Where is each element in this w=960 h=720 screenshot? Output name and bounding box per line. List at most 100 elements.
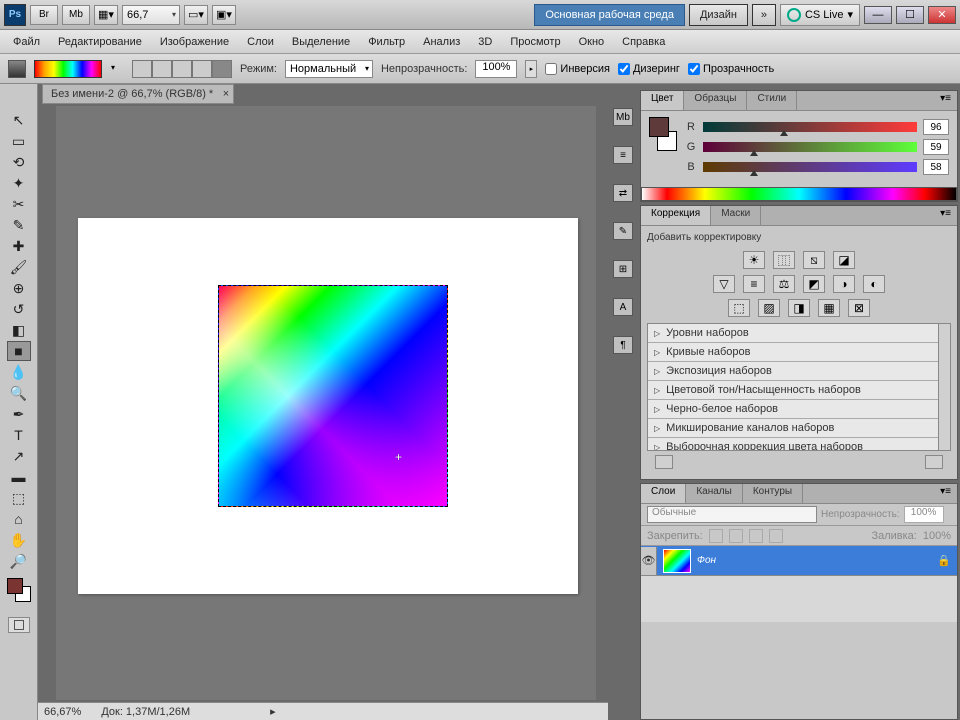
adj-bw-icon[interactable]: ◩ bbox=[803, 275, 825, 293]
g-input[interactable] bbox=[923, 139, 949, 155]
lasso-tool[interactable]: ⟲ bbox=[7, 152, 31, 172]
dither-checkbox[interactable]: Дизеринг bbox=[618, 63, 680, 75]
dock-minibridge-icon[interactable]: Mb bbox=[613, 108, 633, 126]
g-slider[interactable] bbox=[703, 142, 917, 152]
adj-threshold-icon[interactable]: ◨ bbox=[788, 299, 810, 317]
panel-menu-icon[interactable]: ▾≡ bbox=[934, 206, 957, 225]
minibridge-button[interactable]: Mb bbox=[62, 5, 90, 25]
gradient-angle[interactable] bbox=[172, 60, 192, 78]
hand-tool[interactable]: ✋ bbox=[7, 530, 31, 550]
gradient-diamond[interactable] bbox=[212, 60, 232, 78]
document-tab[interactable]: Без имени-2 @ 66,7% (RGB/8) * × bbox=[42, 84, 234, 104]
tab-layers[interactable]: Слои bbox=[641, 484, 686, 503]
tab-swatches[interactable]: Образцы bbox=[684, 91, 747, 110]
bridge-button[interactable]: Br bbox=[30, 5, 58, 25]
dodge-tool[interactable]: 🔍 bbox=[7, 383, 31, 403]
preset-row[interactable]: ▷Уровни наборов bbox=[648, 324, 950, 343]
menu-file[interactable]: Файл bbox=[4, 33, 49, 51]
adj-photo-filter-icon[interactable]: ◑ bbox=[833, 275, 855, 293]
tab-masks[interactable]: Маски bbox=[711, 206, 761, 225]
preset-row[interactable]: ▷Черно-белое наборов bbox=[648, 400, 950, 419]
3d-tool[interactable]: ⬚ bbox=[7, 488, 31, 508]
menu-help[interactable]: Справка bbox=[613, 33, 674, 51]
tab-channels[interactable]: Каналы bbox=[686, 484, 743, 503]
crop-tool[interactable]: ✂ bbox=[7, 194, 31, 214]
b-input[interactable] bbox=[923, 159, 949, 175]
adj-clip-icon[interactable] bbox=[925, 455, 943, 469]
inverse-checkbox[interactable]: Инверсия bbox=[545, 63, 610, 75]
layer-opacity-input[interactable]: 100% bbox=[904, 506, 944, 523]
preset-scrollbar[interactable] bbox=[938, 324, 950, 450]
gradient-picker[interactable] bbox=[34, 60, 102, 78]
dock-brush-icon[interactable]: ✎ bbox=[613, 222, 633, 240]
adj-posterize-icon[interactable]: ▨ bbox=[758, 299, 780, 317]
transparency-checkbox[interactable]: Прозрачность bbox=[688, 63, 774, 75]
status-zoom[interactable]: 66,67% bbox=[44, 706, 81, 718]
adj-vibrance-icon[interactable]: ▽ bbox=[713, 275, 735, 293]
preset-row[interactable]: ▷Кривые наборов bbox=[648, 343, 950, 362]
arrange-dropdown[interactable]: ▭▾ bbox=[184, 5, 208, 25]
menu-edit[interactable]: Редактирование bbox=[49, 33, 151, 51]
foreground-color[interactable] bbox=[7, 578, 23, 594]
preset-row[interactable]: ▷Микширование каналов наборов bbox=[648, 419, 950, 438]
menu-image[interactable]: Изображение bbox=[151, 33, 238, 51]
layer-name[interactable]: Фон bbox=[697, 555, 716, 566]
color-spectrum[interactable] bbox=[641, 187, 957, 201]
tab-paths[interactable]: Контуры bbox=[743, 484, 803, 503]
preset-row[interactable]: ▷Цветовой тон/Насыщенность наборов bbox=[648, 381, 950, 400]
window-minimize-button[interactable]: — bbox=[864, 6, 892, 24]
adj-return-icon[interactable] bbox=[655, 455, 673, 469]
preset-row[interactable]: ▷Выборочная коррекция цвета наборов bbox=[648, 438, 950, 451]
adj-levels-icon[interactable]: ⿲ bbox=[773, 251, 795, 269]
tab-styles[interactable]: Стили bbox=[747, 91, 797, 110]
workspace-more-button[interactable]: » bbox=[752, 4, 776, 26]
lock-all-icon[interactable] bbox=[749, 529, 763, 543]
lock-pixels-icon[interactable] bbox=[709, 529, 723, 543]
pen-tool[interactable]: ✒ bbox=[7, 404, 31, 424]
menu-window[interactable]: Окно bbox=[570, 33, 614, 51]
eyedropper-tool[interactable]: ✎ bbox=[7, 215, 31, 235]
blend-mode-select[interactable]: Нормальный bbox=[285, 60, 373, 78]
dock-character-icon[interactable]: A bbox=[613, 298, 633, 316]
tab-color[interactable]: Цвет bbox=[641, 91, 684, 110]
adj-balance-icon[interactable]: ⚖ bbox=[773, 275, 795, 293]
marquee-tool[interactable]: ▭ bbox=[7, 131, 31, 151]
tab-adjustments[interactable]: Коррекция bbox=[641, 206, 711, 225]
blur-tool[interactable]: 💧 bbox=[7, 362, 31, 382]
r-slider[interactable] bbox=[703, 122, 917, 132]
history-brush-tool[interactable]: ↺ bbox=[7, 299, 31, 319]
status-doc-size[interactable]: Док: 1,37M/1,26M bbox=[101, 706, 190, 718]
adj-selective-icon[interactable]: ⊠ bbox=[848, 299, 870, 317]
eraser-tool[interactable]: ◧ bbox=[7, 320, 31, 340]
fill-input[interactable]: 100% bbox=[923, 530, 951, 542]
panel-menu-icon[interactable]: ▾≡ bbox=[934, 91, 957, 110]
cs-live-button[interactable]: CS Live▾ bbox=[780, 4, 860, 26]
opacity-input[interactable]: 100% bbox=[475, 60, 517, 78]
window-maximize-button[interactable]: ☐ bbox=[896, 6, 924, 24]
shape-tool[interactable]: ▬ bbox=[7, 467, 31, 487]
workspace-design-button[interactable]: Дизайн bbox=[689, 4, 748, 26]
color-swatches[interactable] bbox=[7, 578, 31, 602]
menu-filter[interactable]: Фильтр bbox=[359, 33, 414, 51]
adj-mixer-icon[interactable]: ◐ bbox=[863, 275, 885, 293]
adj-brightness-icon[interactable]: ☀ bbox=[743, 251, 765, 269]
opacity-flyout[interactable]: ▸ bbox=[525, 60, 537, 78]
path-select-tool[interactable]: ↗ bbox=[7, 446, 31, 466]
adj-invert-icon[interactable]: ⬚ bbox=[728, 299, 750, 317]
adj-gradient-map-icon[interactable]: ▦ bbox=[818, 299, 840, 317]
gradient-tool[interactable]: ■ bbox=[7, 341, 31, 361]
preset-row[interactable]: ▷Экспозиция наборов bbox=[648, 362, 950, 381]
workspace-essentials-button[interactable]: Основная рабочая среда bbox=[534, 4, 685, 26]
brush-tool[interactable]: 🖌 bbox=[7, 257, 31, 277]
healing-tool[interactable]: ✚ bbox=[7, 236, 31, 256]
gradient-radial[interactable] bbox=[152, 60, 172, 78]
lock-position-icon[interactable] bbox=[729, 529, 743, 543]
gradient-reflected[interactable] bbox=[192, 60, 212, 78]
dock-properties-icon[interactable]: ⇄ bbox=[613, 184, 633, 202]
close-tab-icon[interactable]: × bbox=[223, 88, 229, 100]
adj-hue-icon[interactable]: ≡ bbox=[743, 275, 765, 293]
adj-exposure-icon[interactable]: ◪ bbox=[833, 251, 855, 269]
panel-menu-icon[interactable]: ▾≡ bbox=[934, 484, 957, 503]
menu-view[interactable]: Просмотр bbox=[501, 33, 569, 51]
stamp-tool[interactable]: ⊕ bbox=[7, 278, 31, 298]
